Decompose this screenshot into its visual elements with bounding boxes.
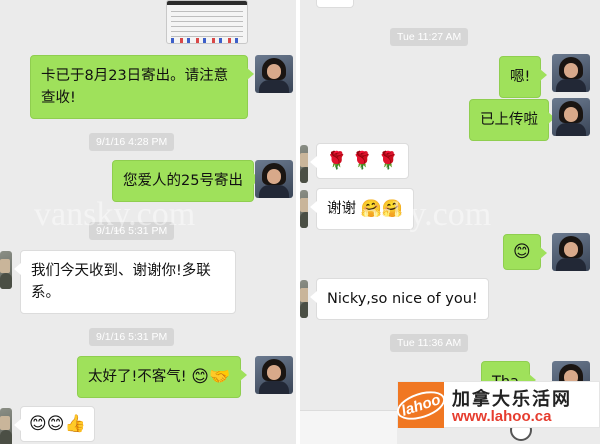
message-bubble-received[interactable]: 😊😊👍 [14, 406, 95, 442]
timestamp: 9/1/16 5:31 PM [89, 222, 175, 240]
lahoo-logo-icon: lahoo [393, 382, 449, 428]
rose-emoji: 🌹 [377, 151, 399, 171]
handshake-emoji: 🤝 [208, 367, 231, 387]
smile-emoji: 😊 [46, 414, 65, 434]
message-text: 嗯! [510, 69, 531, 85]
contact-avatar[interactable] [0, 408, 12, 444]
input-bar[interactable] [300, 410, 397, 444]
message-bubble-received[interactable] [316, 0, 354, 8]
message-bubble-received[interactable]: 谢谢 🤗🤗 [310, 188, 414, 230]
timestamp: 9/1/16 5:31 PM [89, 328, 175, 346]
message-bubble-received[interactable]: 我们今天收到、谢谢你!多联系。 [14, 250, 236, 314]
timestamp: 9/1/16 4:28 PM [89, 133, 175, 151]
message-bubble-sent[interactable]: 您爱人的25号寄出 [112, 160, 260, 202]
message-text: 已上传啦 [480, 112, 538, 128]
rose-emoji: 🌹 [326, 151, 348, 171]
hug-emoji: 🤗 [381, 199, 403, 219]
message-bubble-received[interactable]: Nicky,so nice of you! [310, 278, 489, 320]
image-thumbnail[interactable] [166, 0, 248, 44]
avatar[interactable] [552, 233, 590, 271]
message-text: 太好了!不客气! [88, 369, 187, 385]
contact-avatar[interactable] [300, 145, 308, 183]
message-text: 您爱人的25号寄出 [123, 173, 243, 189]
left-chat-panel: 卡已于8月23日寄出。请注意查收! 9/1/16 4:28 PM 您爱人的25号… [0, 0, 296, 444]
message-text: 我们今天收到、谢谢你!多联系。 [31, 263, 211, 301]
right-chat-panel: Tue 11:27 AM 嗯! 已上传啦 🌹 🌹 🌹 谢谢 🤗🤗 😊 Nicky… [300, 0, 600, 444]
message-text: 卡已于8月23日寄出。请注意查收! [41, 68, 229, 106]
message-bubble-sent[interactable]: 😊 [503, 234, 547, 270]
smile-emoji: 😊 [191, 367, 209, 387]
contact-avatar[interactable] [300, 190, 308, 228]
avatar[interactable] [552, 54, 590, 92]
timestamp: Tue 11:27 AM [390, 28, 469, 46]
smile-emoji: 😊 [29, 414, 47, 434]
logo-url: www.lahoo.ca [452, 408, 552, 425]
message-bubble-sent[interactable]: 卡已于8月23日寄出。请注意查收! [30, 55, 254, 119]
message-bubble-sent[interactable]: 嗯! [499, 56, 548, 98]
avatar[interactable] [552, 98, 590, 136]
smile-emoji: 😊 [513, 242, 531, 262]
thumbs-up-emoji: 👍 [64, 414, 86, 434]
message-text: Nicky,so nice of you! [327, 291, 478, 307]
avatar[interactable] [255, 356, 293, 394]
contact-avatar[interactable] [0, 251, 12, 289]
hug-emoji: 🤗 [360, 199, 382, 219]
avatar[interactable] [255, 160, 293, 198]
contact-avatar[interactable] [300, 280, 308, 318]
site-logo: lahoo 加拿大乐活网 www.lahoo.ca [393, 381, 600, 428]
timestamp: Tue 11:36 AM [390, 334, 469, 352]
rose-emoji: 🌹 [351, 151, 373, 171]
avatar[interactable] [255, 55, 293, 93]
message-text: 谢谢 [327, 201, 356, 217]
message-bubble-received[interactable]: 🌹 🌹 🌹 [310, 143, 409, 179]
message-bubble-sent[interactable]: 已上传啦 [469, 99, 555, 141]
message-bubble-sent[interactable]: 太好了!不客气! 😊🤝 [77, 356, 248, 398]
